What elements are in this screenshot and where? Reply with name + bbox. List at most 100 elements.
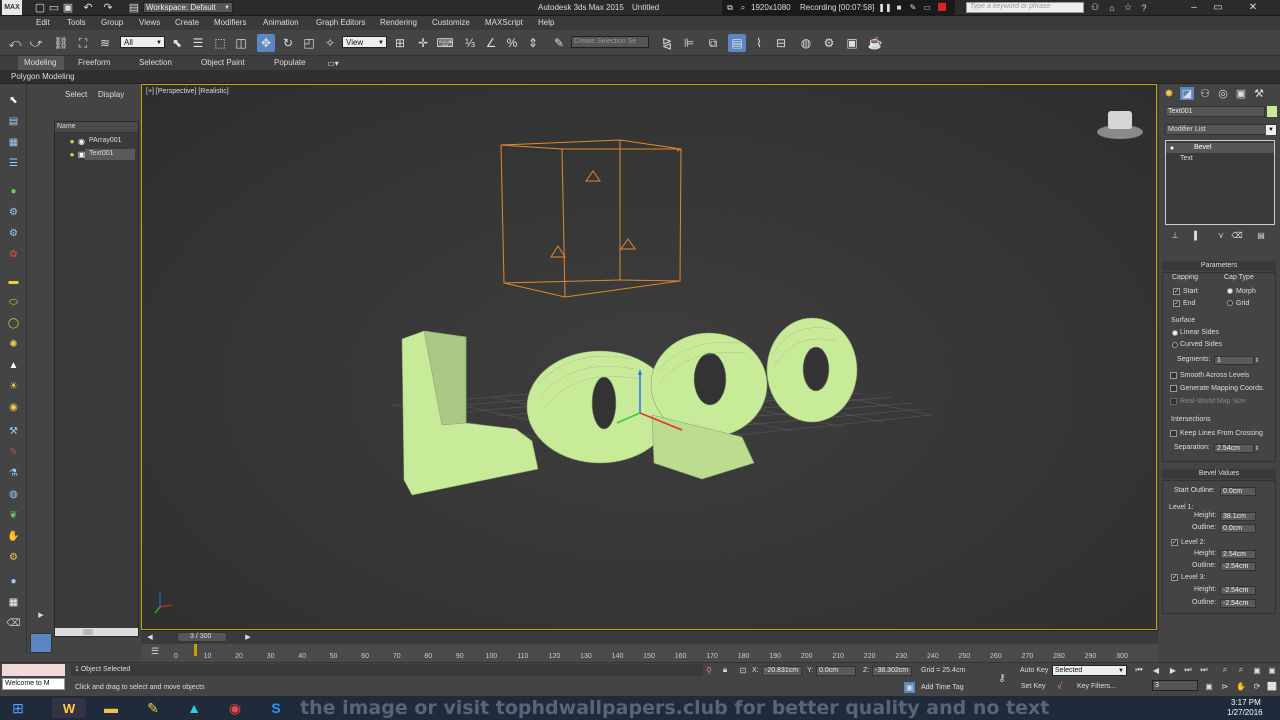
isolate-icon[interactable]: ⚲ (704, 664, 714, 676)
app-taskbar-icon[interactable]: ✎ (136, 698, 170, 718)
undo-icon[interactable]: ↶ (82, 1, 94, 14)
go-end-icon[interactable]: ⏭ (1198, 664, 1210, 676)
l3-height-spinner[interactable]: -2.54cm (1220, 586, 1256, 595)
stop-record-icon[interactable] (938, 3, 946, 11)
scene-explorer-icon[interactable]: ▤ (728, 34, 746, 52)
key-filters-button[interactable]: Key Filters... (1077, 683, 1116, 690)
redo-icon[interactable]: ⤻ (27, 34, 45, 52)
edit-named-selection-icon[interactable]: ✎ (550, 34, 568, 52)
ribbon-options-icon[interactable]: ▭▾ (325, 57, 341, 69)
spinner-snap-icon[interactable]: ⇕ (524, 34, 542, 52)
maximize-button[interactable]: ▭ (1207, 0, 1229, 15)
window-crossing-icon[interactable]: ◫ (232, 34, 250, 52)
chrome-taskbar-icon[interactable]: ◉ (218, 698, 252, 718)
globe-icon[interactable]: ◍ (5, 486, 22, 503)
communication-icon[interactable]: ☆ (1122, 1, 1134, 14)
scene-icon[interactable]: ▤ (5, 113, 22, 130)
schematic-view-icon[interactable]: ⊟ (772, 34, 790, 52)
remove-modifier-icon[interactable]: ⌫ (1231, 230, 1243, 240)
new-file-icon[interactable]: ▢ (34, 1, 46, 14)
level3-checkbox[interactable]: ✓ (1171, 574, 1178, 581)
select-tool-icon[interactable]: ⬉ (5, 92, 22, 109)
rendered-frame-icon[interactable]: ▣ (843, 34, 861, 52)
explorer-scrollbar[interactable] (55, 628, 138, 636)
time-slider-bar[interactable]: ◀ 3 / 300 ▶ (141, 630, 1158, 644)
explorer-tab-select[interactable]: Select (65, 90, 87, 99)
lightbulb-icon[interactable]: ● (1168, 143, 1176, 153)
prev-key-icon[interactable]: ◀ (1150, 664, 1162, 676)
geometry-icon[interactable]: ● (5, 183, 22, 200)
hierarchy-tab-icon[interactable]: ⚇ (1198, 87, 1212, 100)
fov-icon[interactable]: ⊳ (1219, 680, 1231, 692)
tab-selection[interactable]: Selection (139, 58, 172, 67)
layers-icon[interactable]: ▦ (5, 134, 22, 151)
time-slider-thumb[interactable]: 3 / 300 (177, 632, 227, 642)
ref-coord-dropdown[interactable]: View ▼ (342, 36, 387, 48)
menu-rendering[interactable]: Rendering (380, 18, 417, 27)
select-move-icon[interactable]: ✥ (257, 34, 275, 52)
z-coordinate-field[interactable]: -38.302cm (872, 666, 912, 676)
subscription-icon[interactable]: ⌂ (1106, 1, 1118, 14)
tab-freeform[interactable]: Freeform (78, 58, 110, 67)
object-color-swatch[interactable] (1267, 106, 1277, 117)
selection-filter-dropdown[interactable]: All ▼ (120, 36, 165, 48)
project-folder-icon[interactable]: ▤ (128, 1, 140, 14)
maximize-viewport-icon[interactable]: ⬜ (1266, 680, 1278, 692)
track-bar[interactable]: ☰ 0 10 20 30 40 50 60 70 80 90 100 110 120 130 140 150 1… (141, 644, 1158, 662)
menu-modifiers[interactable]: Modifiers (214, 18, 246, 27)
curved-sides-radio[interactable] (1172, 342, 1178, 348)
zoom-all-icon[interactable]: ⌕ (1235, 664, 1247, 676)
recorder-menu-icon[interactable]: ⧉ (725, 1, 735, 14)
redo-icon[interactable]: ↷ (102, 1, 114, 14)
select-scale-icon[interactable]: ◰ (300, 34, 318, 52)
undo-icon[interactable]: ⤺ (6, 34, 24, 52)
shapes-icon[interactable]: ⚙ (5, 204, 22, 221)
start-button[interactable]: ⊞ (0, 698, 36, 718)
viewcube[interactable] (1095, 111, 1145, 143)
l2-height-spinner[interactable]: 2.54cm (1220, 550, 1256, 559)
end-checkbox[interactable]: ✓ (1173, 300, 1180, 307)
menu-views[interactable]: Views (139, 18, 160, 27)
spacewarps-icon[interactable]: ⬭ (5, 294, 22, 311)
key-tangent-icon[interactable]: √ (1054, 680, 1065, 692)
lightbulb-icon[interactable]: ● (68, 136, 76, 147)
l1-outline-spinner[interactable]: 0.0cm (1220, 524, 1256, 533)
snaps-toggle-icon[interactable]: ⅓ (461, 34, 479, 52)
light-bulb-icon[interactable]: ▲ (5, 357, 22, 374)
set-key-icon[interactable]: ⚷ (994, 671, 1010, 685)
lights-icon[interactable]: ⚙ (5, 225, 22, 242)
save-file-icon[interactable]: ▣ (62, 1, 74, 14)
stack-item-bevel[interactable]: ● Bevel (1166, 143, 1274, 153)
unlink-icon[interactable]: ⛶ (74, 34, 92, 52)
select-by-name-icon[interactable]: ☰ (189, 34, 207, 52)
explorer-item[interactable]: ● ▣ Text001 (55, 149, 138, 160)
tab-modeling[interactable]: Modeling (24, 58, 56, 67)
bevel-values-rollout-header[interactable]: Bevel Values (1162, 469, 1276, 479)
minimize-button[interactable]: – (1183, 0, 1205, 15)
layer-manager-icon[interactable]: ⧉ (704, 34, 722, 52)
menu-tools[interactable]: Tools (67, 18, 86, 27)
l3-outline-spinner[interactable]: -2.54cm (1220, 599, 1256, 608)
close-button[interactable]: ✕ (1233, 0, 1273, 15)
modify-tab-icon[interactable]: ◪ (1180, 87, 1194, 100)
app-logo-icon[interactable]: MAX (2, 0, 22, 15)
grid-radio[interactable] (1227, 300, 1233, 306)
lock-icon[interactable]: 🔒︎ (720, 664, 730, 676)
spinner-arrows-icon[interactable]: ⇕ (1254, 356, 1260, 365)
pivot-center-icon[interactable]: ⊞ (391, 34, 409, 52)
paint-icon[interactable]: ✎ (5, 444, 22, 461)
trash-icon[interactable]: ⌫ (5, 615, 22, 632)
align-icon[interactable]: ⊫ (680, 34, 698, 52)
key-mode-dropdown[interactable]: Selected ▼ (1052, 665, 1127, 676)
particle-icon[interactable]: ✺ (5, 336, 22, 353)
angle-snap-icon[interactable]: ∠ (482, 34, 500, 52)
wand-icon[interactable]: ⚒ (5, 423, 22, 440)
select-rotate-icon[interactable]: ↻ (279, 34, 297, 52)
named-selection-input[interactable]: Create Selection Se (571, 36, 649, 48)
material-editor-icon[interactable]: ◍ (797, 34, 815, 52)
tab-object-paint[interactable]: Object Paint (201, 58, 245, 67)
separation-spinner[interactable]: 2.54cm (1214, 444, 1254, 453)
object-name-field[interactable]: Text001 (1165, 106, 1265, 117)
keep-lines-checkbox[interactable] (1170, 430, 1177, 437)
place-icon[interactable]: ✧ (321, 34, 339, 52)
